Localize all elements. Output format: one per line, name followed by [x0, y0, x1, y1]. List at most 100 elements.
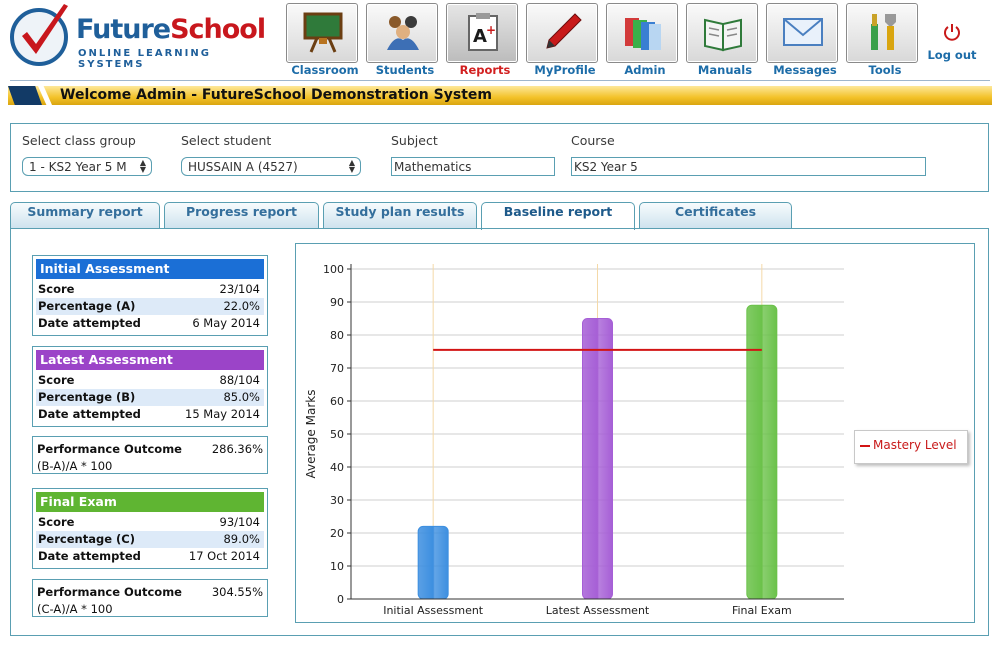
nav-label-students: Students — [375, 63, 435, 77]
performance-formula: (C-A)/A * 100 — [37, 602, 113, 616]
nav-tools[interactable]: Tools — [844, 3, 918, 79]
tools-icon — [871, 14, 896, 50]
report-card-icon: A + — [468, 13, 498, 51]
chart-legend: Mastery Level — [854, 430, 968, 464]
y-tick-label: 40 — [330, 461, 344, 474]
score-label: Score — [38, 282, 75, 296]
nav-tile-students — [366, 3, 438, 63]
brand-name: FutureSchool — [76, 14, 266, 45]
percentage-label: Percentage (C) — [38, 532, 135, 546]
nav-label-admin: Admin — [624, 63, 666, 77]
nav-label-messages: Messages — [773, 63, 837, 77]
percentage-row: Percentage (C) 89.0% — [36, 531, 264, 548]
chalkboard-icon — [303, 12, 343, 53]
nav-tile-reports: A + — [446, 3, 518, 63]
y-tick-label: 20 — [330, 527, 344, 540]
percentage-label: Percentage (B) — [38, 390, 136, 404]
tab-study-plan-results[interactable]: Study plan results — [323, 202, 477, 228]
bar-latest-assessment — [582, 318, 613, 600]
score-value: 23/104 — [219, 282, 260, 296]
student-select[interactable]: HUSSAIN A (4527) ▲ ▼ — [181, 157, 361, 176]
book-icon — [704, 18, 742, 52]
percentage-label: Percentage (A) — [38, 299, 136, 313]
y-tick-label: 70 — [330, 362, 344, 375]
y-tick-label: 30 — [330, 494, 344, 507]
final-exam-card: Final Exam Score 93/104 Percentage (C) 89.… — [32, 488, 268, 569]
class-group-label: Select class group — [22, 133, 136, 148]
tab-baseline-report[interactable]: Baseline report — [481, 202, 635, 230]
percentage-value: 89.0% — [223, 532, 260, 546]
percentage-value: 85.0% — [223, 390, 260, 404]
performance-value: 304.55% — [211, 585, 263, 599]
y-tick-label: 0 — [337, 593, 344, 606]
selector-panel: Select class group 1 - KS2 Year 5 M ▲ ▼ S… — [10, 123, 989, 192]
envelope-icon — [783, 18, 823, 46]
baseline-report-panel: Initial Assessment Score 23/104 Percentag… — [10, 228, 989, 636]
score-value: 93/104 — [219, 515, 260, 529]
nav-myprofile[interactable]: MyProfile — [524, 3, 598, 79]
x-tick-label: Final Exam — [732, 604, 792, 617]
date-label: Date attempted — [38, 407, 141, 421]
logout-label: Log out — [927, 48, 977, 62]
class-group-select[interactable]: 1 - KS2 Year 5 M ▲ ▼ — [22, 157, 152, 176]
nav-manuals[interactable]: Manuals — [684, 3, 758, 79]
svg-text:A: A — [473, 26, 487, 47]
report-tabs: Summary report Progress report Study pla… — [10, 202, 990, 230]
class-group-value: 1 - KS2 Year 5 M — [29, 160, 127, 174]
date-label: Date attempted — [38, 316, 141, 330]
futureschool-logo[interactable]: FutureSchool ONLINE LEARNING SYSTEMS — [8, 2, 278, 70]
percentage-value: 22.0% — [223, 299, 260, 313]
nav-label-reports: Reports — [459, 63, 511, 77]
nav-reports[interactable]: A + Reports — [444, 3, 518, 79]
course-field[interactable]: KS2 Year 5 — [571, 157, 926, 176]
card-title: Final Exam — [36, 492, 264, 512]
subject-label: Subject — [391, 133, 438, 148]
percentage-row: Percentage (A) 22.0% — [36, 298, 264, 315]
date-value: 15 May 2014 — [185, 407, 260, 421]
brand-name-school: School — [170, 14, 266, 45]
latest-assessment-card: Latest Assessment Score 88/104 Percentage… — [32, 346, 268, 427]
brand-name-future: Future — [76, 14, 171, 45]
svg-text:+: + — [486, 23, 496, 37]
tab-certificates[interactable]: Certificates — [639, 202, 792, 228]
nav-messages[interactable]: Messages — [764, 3, 838, 79]
score-row: Score 88/104 — [36, 372, 264, 389]
tab-summary-report[interactable]: Summary report — [10, 202, 160, 228]
y-tick-label: 10 — [330, 560, 344, 573]
y-tick-label: 50 — [330, 428, 344, 441]
nav-students[interactable]: Students — [364, 3, 438, 79]
legend-mastery-label: Mastery Level — [873, 438, 957, 452]
performance-value: 286.36% — [211, 442, 263, 456]
select-arrows-icon: ▲ ▼ — [348, 158, 355, 174]
performance-label: Performance Outcome — [37, 585, 182, 599]
x-tick-label: Initial Assessment — [383, 604, 484, 617]
bar-initial-assessment — [417, 525, 449, 600]
tab-progress-report[interactable]: Progress report — [164, 202, 319, 228]
logout-button[interactable]: Log out — [924, 22, 980, 62]
card-title: Initial Assessment — [36, 259, 264, 279]
performance-formula: (B-A)/A * 100 — [37, 459, 113, 473]
x-tick-label: Latest Assessment — [546, 604, 650, 617]
course-label: Course — [571, 133, 615, 148]
nav-label-myprofile: MyProfile — [534, 63, 596, 77]
performance-outcome-2: Performance Outcome 304.55% (C-A)/A * 10… — [32, 579, 268, 617]
legend-mastery-swatch — [860, 445, 870, 447]
y-tick-label: 90 — [330, 296, 344, 309]
date-row: Date attempted 15 May 2014 — [36, 406, 264, 423]
score-row: Score 23/104 — [36, 281, 264, 298]
nav-tile-classroom — [286, 3, 358, 63]
y-tick-label: 80 — [330, 329, 344, 342]
nav-tile-tools — [846, 3, 918, 63]
nav-label-tools: Tools — [868, 63, 902, 77]
subject-field[interactable]: Mathematics — [391, 157, 555, 176]
score-value: 88/104 — [219, 373, 260, 387]
y-tick-label: 100 — [323, 263, 344, 276]
card-title: Latest Assessment — [36, 350, 264, 370]
nav-admin[interactable]: Admin — [604, 3, 678, 79]
initial-assessment-card: Initial Assessment Score 23/104 Percentag… — [32, 255, 268, 336]
student-value: HUSSAIN A (4527) — [188, 160, 298, 174]
score-row: Score 93/104 — [36, 514, 264, 531]
nav-classroom[interactable]: Classroom — [284, 3, 359, 79]
select-arrows-icon: ▲ ▼ — [139, 158, 146, 174]
nav-tile-admin — [606, 3, 678, 63]
